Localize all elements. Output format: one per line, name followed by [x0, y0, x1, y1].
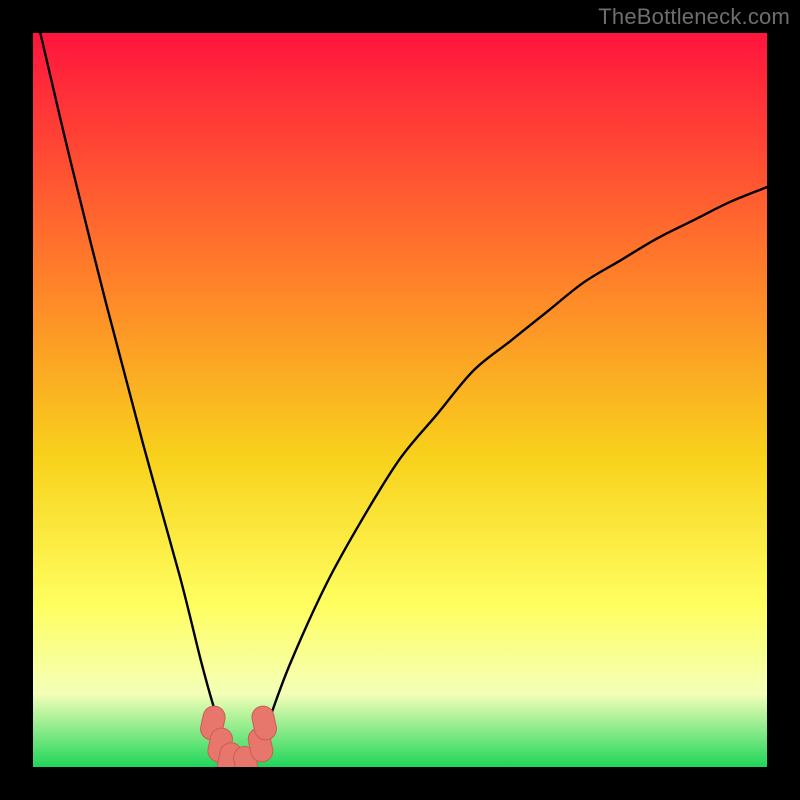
chart-frame: TheBottleneck.com — [0, 0, 800, 800]
chart-svg — [33, 33, 767, 767]
plot-area — [33, 33, 767, 767]
gradient-background — [33, 33, 767, 767]
watermark-text: TheBottleneck.com — [598, 4, 790, 30]
